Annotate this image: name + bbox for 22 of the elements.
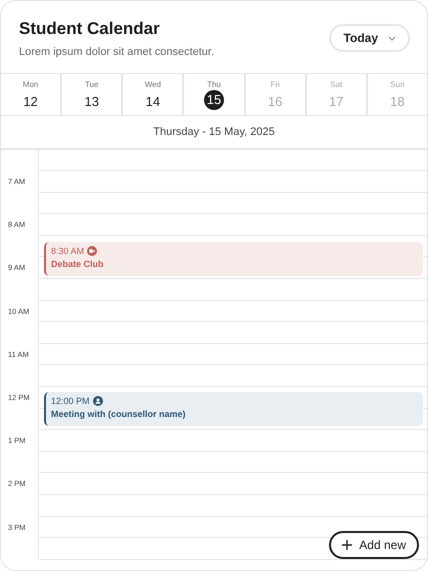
event-time: 8:30 AM xyxy=(51,246,84,256)
weekday-label: Tue xyxy=(84,80,98,89)
date-number[interactable]: 12 xyxy=(20,92,41,112)
date-number[interactable]: 13 xyxy=(82,92,102,112)
event-title: Meeting with (counsellor name) xyxy=(51,408,187,419)
date-number[interactable]: 15 xyxy=(204,90,224,110)
today-dropdown[interactable]: Today xyxy=(328,24,410,52)
weekday-label: Wed xyxy=(144,80,161,89)
add-new-button[interactable]: Add new xyxy=(329,531,419,559)
weekday-label: Fri xyxy=(270,80,280,89)
calendar-subtitle: Lorem ipsum dolor sit amet consectetur. xyxy=(19,46,214,58)
event-card[interactable]: 12:00 PM Meeting with (counsellor name) xyxy=(44,392,423,426)
event-title: Debate Club xyxy=(51,259,105,270)
event-card[interactable]: 8:30 AM Debate Club xyxy=(44,242,423,276)
weekday-label: Thu xyxy=(207,80,221,89)
date-number[interactable]: 14 xyxy=(142,92,163,112)
weekday-label: Sun xyxy=(390,80,405,89)
weekday-label: Sat xyxy=(330,80,342,89)
weekday-label: Mon xyxy=(22,80,38,89)
calendar-title: Student Calendar xyxy=(19,19,161,39)
event-time: 12:00 PM xyxy=(51,396,90,406)
date-heading: Thursday - 15 May, 2025 xyxy=(1,116,427,150)
